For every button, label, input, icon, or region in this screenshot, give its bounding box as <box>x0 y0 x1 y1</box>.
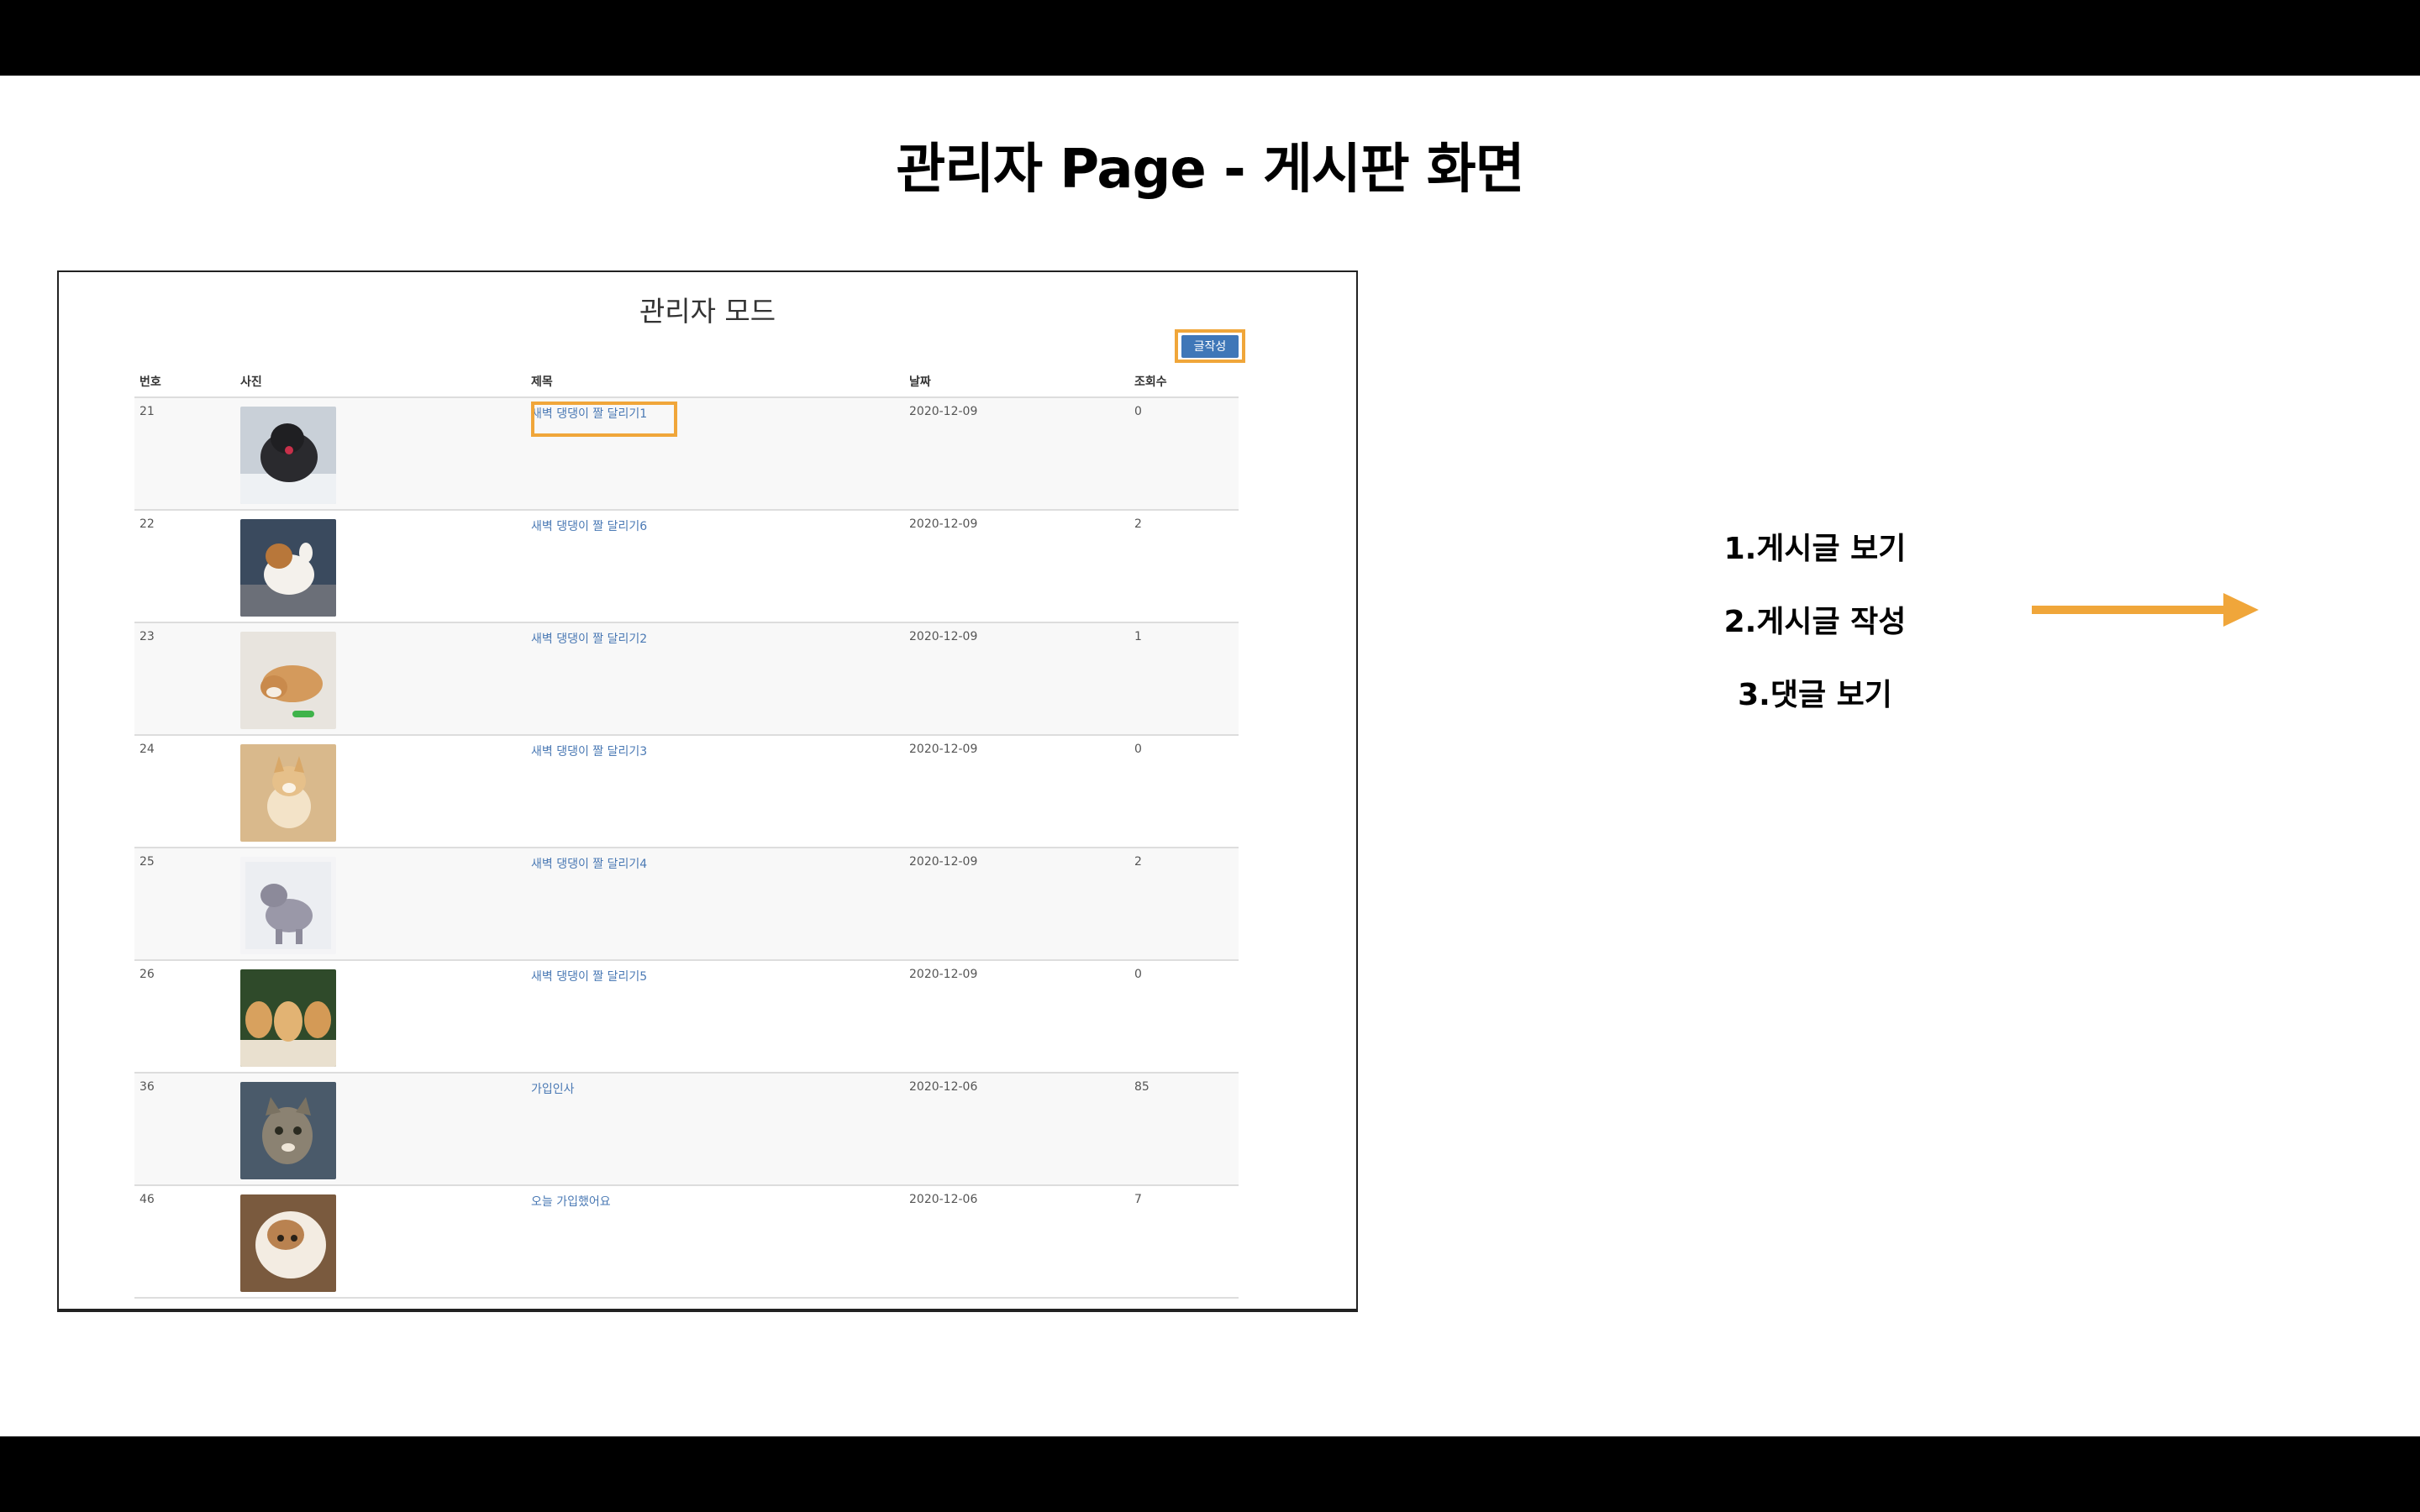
annotation-write-post: 2.게시글 작성 <box>1723 605 1907 639</box>
puppy-photo-icon[interactable] <box>240 857 336 954</box>
post-date: 2020-12-06 <box>904 1073 1129 1186</box>
annotation-list: 1.게시글 보기 2.게시글 작성 3.댓글 보기 <box>1664 512 1966 732</box>
post-date: 2020-12-09 <box>904 735 1129 848</box>
board-table: 번호 사진 제목 날짜 조회수 21 새벽 댕댕이 짤 달리기1 2020-12… <box>134 366 1239 1299</box>
puppy-photo-icon[interactable] <box>240 632 336 729</box>
slide-title: 관리자 Page - 게시판 화면 <box>896 139 1524 201</box>
table-row[interactable]: 36 가입인사 2020-12-06 85 <box>134 1073 1239 1186</box>
admin-board-screenshot: 관리자 모드 글작성 번호 사진 제목 날짜 조회수 21 새벽 댕댕이 짤 달… <box>57 270 1358 1312</box>
table-row[interactable]: 46 오늘 가입했어요 2020-12-06 7 <box>134 1185 1239 1299</box>
table-row[interactable]: 22 새벽 댕댕이 짤 달리기6 2020-12-09 2 <box>134 510 1239 623</box>
write-post-button[interactable]: 글작성 <box>1181 334 1239 358</box>
cat-photo-icon[interactable] <box>240 1194 336 1292</box>
write-button-highlight: 글작성 <box>1175 329 1245 363</box>
puppy-photo-icon[interactable] <box>240 519 336 617</box>
post-title-link[interactable]: 오늘 가입했어요 <box>531 1195 611 1209</box>
post-date: 2020-12-06 <box>904 1185 1129 1299</box>
annotation-view-comments: 3.댓글 보기 <box>1738 678 1892 712</box>
column-header-date: 날짜 <box>904 366 1129 398</box>
column-header-number: 번호 <box>134 366 235 398</box>
post-number: 24 <box>134 735 235 848</box>
post-title-link[interactable]: 새벽 댕댕이 짤 달리기3 <box>531 745 647 759</box>
post-date: 2020-12-09 <box>904 510 1129 623</box>
admin-page-title: 관리자 모드 <box>639 295 776 328</box>
post-views: 2 <box>1129 510 1239 623</box>
arrow-right-icon <box>2032 593 2259 627</box>
slide: 관리자 Page - 게시판 화면 관리자 모드 글작성 번호 사진 제목 날짜… <box>0 76 2420 1436</box>
post-number: 21 <box>134 397 235 511</box>
annotation-view-post: 1.게시글 보기 <box>1723 532 1907 566</box>
column-header-views: 조회수 <box>1129 366 1239 398</box>
post-date: 2020-12-09 <box>904 397 1129 511</box>
puppies-photo-icon[interactable] <box>240 969 336 1067</box>
column-header-photo: 사진 <box>235 366 526 398</box>
puppy-photo-icon[interactable] <box>240 744 336 842</box>
table-row[interactable]: 21 새벽 댕댕이 짤 달리기1 2020-12-09 0 <box>134 397 1239 511</box>
post-title-link[interactable]: 새벽 댕댕이 짤 달리기2 <box>531 633 647 646</box>
post-views: 7 <box>1129 1185 1239 1299</box>
post-views: 2 <box>1129 848 1239 961</box>
table-row[interactable]: 24 새벽 댕댕이 짤 달리기3 2020-12-09 0 <box>134 735 1239 848</box>
post-title-link[interactable]: 새벽 댕댕이 짤 달리기1 <box>531 407 647 421</box>
column-header-title: 제목 <box>526 366 904 398</box>
cat-photo-icon[interactable] <box>240 1082 336 1179</box>
post-title-link[interactable]: 새벽 댕댕이 짤 달리기6 <box>531 520 647 533</box>
post-title-link[interactable]: 가입인사 <box>531 1083 575 1096</box>
table-row[interactable]: 23 새벽 댕댕이 짤 달리기2 2020-12-09 1 <box>134 622 1239 736</box>
post-title-link[interactable]: 새벽 댕댕이 짤 달리기5 <box>531 970 647 984</box>
post-views: 0 <box>1129 735 1239 848</box>
table-header-row: 번호 사진 제목 날짜 조회수 <box>134 366 1239 398</box>
post-number: 25 <box>134 848 235 961</box>
post-number: 22 <box>134 510 235 623</box>
post-number: 23 <box>134 622 235 736</box>
puppy-photo-icon[interactable] <box>240 407 336 504</box>
post-number: 36 <box>134 1073 235 1186</box>
post-views: 0 <box>1129 960 1239 1074</box>
post-views: 1 <box>1129 622 1239 736</box>
post-date: 2020-12-09 <box>904 960 1129 1074</box>
post-views: 0 <box>1129 397 1239 511</box>
post-views: 85 <box>1129 1073 1239 1186</box>
post-date: 2020-12-09 <box>904 622 1129 736</box>
post-title-link[interactable]: 새벽 댕댕이 짤 달리기4 <box>531 858 647 871</box>
post-number: 26 <box>134 960 235 1074</box>
table-row[interactable]: 26 새벽 댕댕이 짤 달리기5 2020-12-09 0 <box>134 960 1239 1074</box>
table-row[interactable]: 25 새벽 댕댕이 짤 달리기4 2020-12-09 2 <box>134 848 1239 961</box>
post-date: 2020-12-09 <box>904 848 1129 961</box>
post-number: 46 <box>134 1185 235 1299</box>
